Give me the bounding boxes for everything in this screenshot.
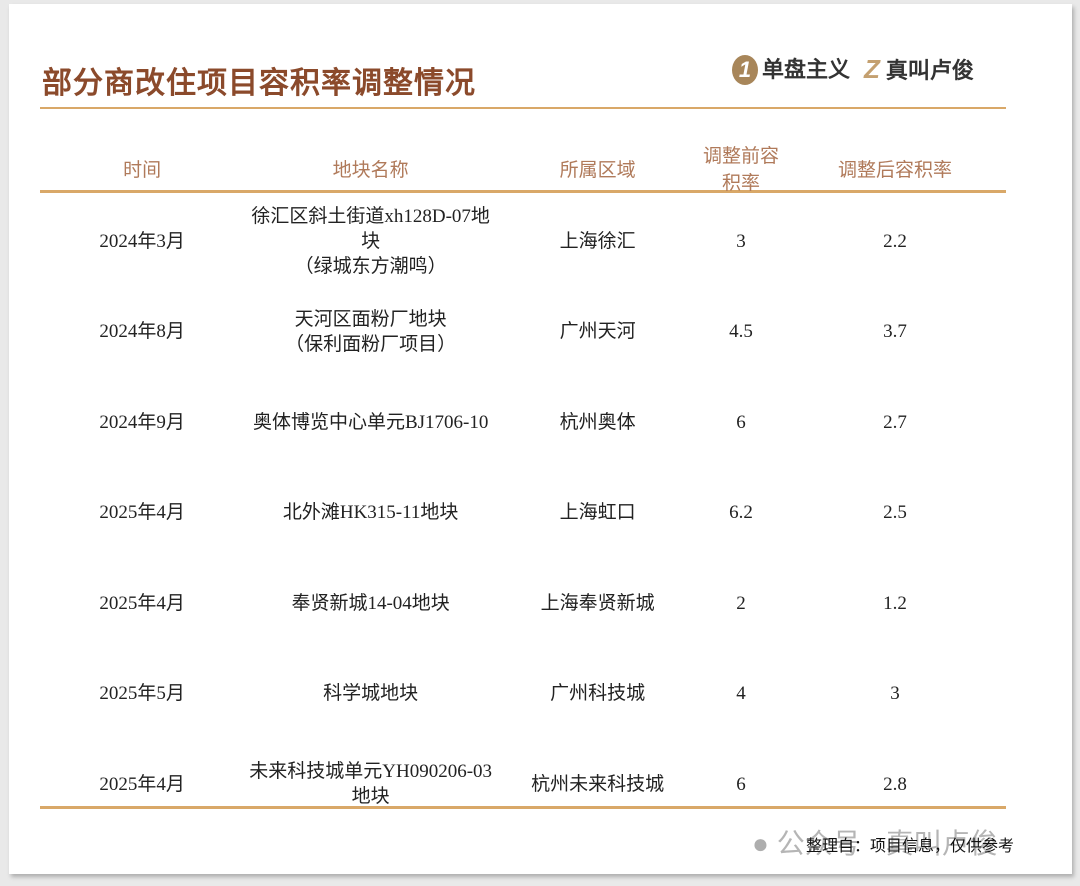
cell-plot-project-text: （保利面粉厂项目） bbox=[285, 333, 457, 355]
brand-logos: 1 单盘主义 Z 真叫卢俊 bbox=[732, 52, 974, 85]
cell-far-before-text: 6 bbox=[736, 773, 746, 795]
cell-time: 2024年9月 bbox=[40, 377, 244, 468]
cell-far-after-text: 3.7 bbox=[883, 321, 907, 343]
cell-time: 2025年4月 bbox=[40, 739, 244, 830]
cell-plot-name: 科学城地块 bbox=[244, 649, 497, 740]
cell-plot-name-text: 徐汇区斜土街道xh128D-07地块 bbox=[251, 205, 490, 252]
header-far-after: 调整后容积率 bbox=[837, 159, 952, 181]
cell-far-after: 1.2 bbox=[784, 558, 1006, 649]
cell-far-before: 6 bbox=[698, 377, 784, 468]
cell-far-before: 6.2 bbox=[698, 468, 784, 559]
cell-plot-name: 奥体博览中心单元BJ1706-10 bbox=[244, 377, 497, 468]
cell-far-before-text: 2 bbox=[736, 592, 746, 614]
cell-region-text: 杭州奥体 bbox=[559, 411, 636, 433]
cell-region-text: 广州科技城 bbox=[550, 683, 646, 705]
cell-far-after: 3 bbox=[784, 649, 1006, 740]
table-row: 2024年8月 天河区面粉厂地块 （保利面粉厂项目） 广州天河 4.5 3.7 bbox=[40, 287, 1006, 378]
header-time: 时间 bbox=[123, 159, 162, 181]
cell-far-before-text: 4.5 bbox=[729, 321, 753, 343]
table-row: 2025年4月 北外滩HK315-11地块 上海虹口 6.2 2.5 bbox=[40, 468, 1006, 559]
cell-plot-project-text: （绿城东方潮鸣） bbox=[294, 255, 447, 277]
cell-plot-name-text: 奉贤新城14-04地块 bbox=[291, 592, 450, 614]
cell-far-after: 2.7 bbox=[784, 377, 1006, 468]
logo-danpan: 1 单盘主义 bbox=[732, 52, 850, 85]
source-note: 整理自：项目信息，仅供参考 bbox=[806, 838, 1015, 855]
logo-z-icon: Z bbox=[864, 53, 880, 84]
logo-zhenjiao: Z 真叫卢俊 bbox=[864, 53, 974, 84]
cell-far-after-text: 2.7 bbox=[883, 411, 907, 433]
table-row: 2025年4月 奉贤新城14-04地块 上海奉贤新城 2 1.2 bbox=[40, 558, 1006, 649]
cell-plot-name-text: 科学城地块 bbox=[323, 683, 419, 705]
cell-time-text: 2025年5月 bbox=[99, 683, 185, 705]
title-divider bbox=[40, 107, 1006, 109]
cell-region-text: 广州天河 bbox=[559, 321, 636, 343]
cell-plot-name: 徐汇区斜土街道xh128D-07地块 （绿城东方潮鸣） bbox=[244, 196, 497, 287]
cell-far-before: 4 bbox=[698, 649, 784, 740]
cell-time: 2025年5月 bbox=[40, 649, 244, 740]
far-adjustment-table: 时间 地块名称 所属区域 调整前容积率 调整后容积率 2024年3月 徐汇区斜土街… bbox=[40, 140, 1006, 830]
cell-region: 杭州奥体 bbox=[497, 377, 698, 468]
cell-far-before: 4.5 bbox=[698, 287, 784, 378]
cell-far-before-text: 6.2 bbox=[729, 502, 753, 524]
header-region: 所属区域 bbox=[559, 159, 636, 181]
cell-plot-name-text: 未来科技城单元YH090206-03地块 bbox=[249, 761, 493, 808]
cell-far-after: 2.8 bbox=[784, 739, 1006, 830]
cell-region-text: 上海奉贤新城 bbox=[540, 592, 655, 614]
cell-far-before-text: 4 bbox=[736, 683, 746, 705]
cell-far-after-text: 3 bbox=[890, 683, 900, 705]
cell-plot-name-text: 北外滩HK315-11地块 bbox=[282, 502, 459, 524]
page-title: 部分商改住项目容积率调整情况 bbox=[42, 67, 476, 100]
cell-far-before: 6 bbox=[698, 739, 784, 830]
cell-plot-name-text: 天河区面粉厂地块 bbox=[294, 308, 447, 330]
cell-far-before-text: 3 bbox=[736, 230, 746, 252]
cell-plot-name: 奉贤新城14-04地块 bbox=[244, 558, 497, 649]
cell-time-text: 2024年9月 bbox=[99, 411, 185, 433]
cell-region: 上海虹口 bbox=[497, 468, 698, 559]
cell-region: 杭州未来科技城 bbox=[497, 739, 698, 830]
cell-time: 2024年8月 bbox=[40, 287, 244, 378]
cell-far-after-text: 2.2 bbox=[883, 230, 907, 252]
cell-time-text: 2025年4月 bbox=[99, 592, 185, 614]
cell-time-text: 2024年3月 bbox=[99, 230, 185, 252]
cell-region: 上海奉贤新城 bbox=[497, 558, 698, 649]
cell-time-text: 2025年4月 bbox=[99, 773, 185, 795]
cell-region: 广州科技城 bbox=[497, 649, 698, 740]
cell-time: 2025年4月 bbox=[40, 558, 244, 649]
cell-plot-name-text: 奥体博览中心单元BJ1706-10 bbox=[252, 411, 489, 433]
cell-far-after-text: 2.5 bbox=[883, 502, 907, 524]
cell-far-after: 3.7 bbox=[784, 287, 1006, 378]
cell-time: 2024年3月 bbox=[40, 196, 244, 287]
cell-time: 2025年4月 bbox=[40, 468, 244, 559]
cell-far-before-text: 6 bbox=[736, 411, 746, 433]
cell-region-text: 杭州未来科技城 bbox=[531, 773, 665, 795]
cell-region-text: 上海徐汇 bbox=[559, 230, 636, 252]
cell-far-after: 2.2 bbox=[784, 196, 1006, 287]
table-row: 2024年9月 奥体博览中心单元BJ1706-10 杭州奥体 6 2.7 bbox=[40, 377, 1006, 468]
header-far-before: 调整前容积率 bbox=[703, 146, 780, 194]
cell-region: 广州天河 bbox=[497, 287, 698, 378]
cell-time-text: 2024年8月 bbox=[99, 321, 185, 343]
header-plot-name: 地块名称 bbox=[332, 159, 409, 181]
cell-plot-name: 天河区面粉厂地块 （保利面粉厂项目） bbox=[244, 287, 497, 378]
cell-time-text: 2025年4月 bbox=[99, 502, 185, 524]
table-row: 2024年3月 徐汇区斜土街道xh128D-07地块 （绿城东方潮鸣） 上海徐汇 3 2.… bbox=[40, 196, 1006, 287]
table-row: 2025年4月 未来科技城单元YH090206-03地块 杭州未来科技城 6 2.8 bbox=[40, 739, 1006, 830]
cell-far-before: 3 bbox=[698, 196, 784, 287]
cell-region: 上海徐汇 bbox=[497, 196, 698, 287]
cell-far-after-text: 1.2 bbox=[883, 592, 907, 614]
cell-region-text: 上海虹口 bbox=[559, 502, 636, 524]
logo-1-icon: 1 bbox=[732, 55, 758, 85]
cell-plot-name: 北外滩HK315-11地块 bbox=[244, 468, 497, 559]
cell-far-after-text: 2.8 bbox=[883, 773, 907, 795]
cell-plot-name: 未来科技城单元YH090206-03地块 bbox=[244, 739, 497, 830]
cell-far-after: 2.5 bbox=[784, 468, 1006, 559]
cell-far-before: 2 bbox=[698, 558, 784, 649]
table-header-row: 时间 地块名称 所属区域 调整前容积率 调整后容积率 bbox=[40, 140, 1006, 196]
table-row: 2025年5月 科学城地块 广州科技城 4 3 bbox=[40, 649, 1006, 740]
